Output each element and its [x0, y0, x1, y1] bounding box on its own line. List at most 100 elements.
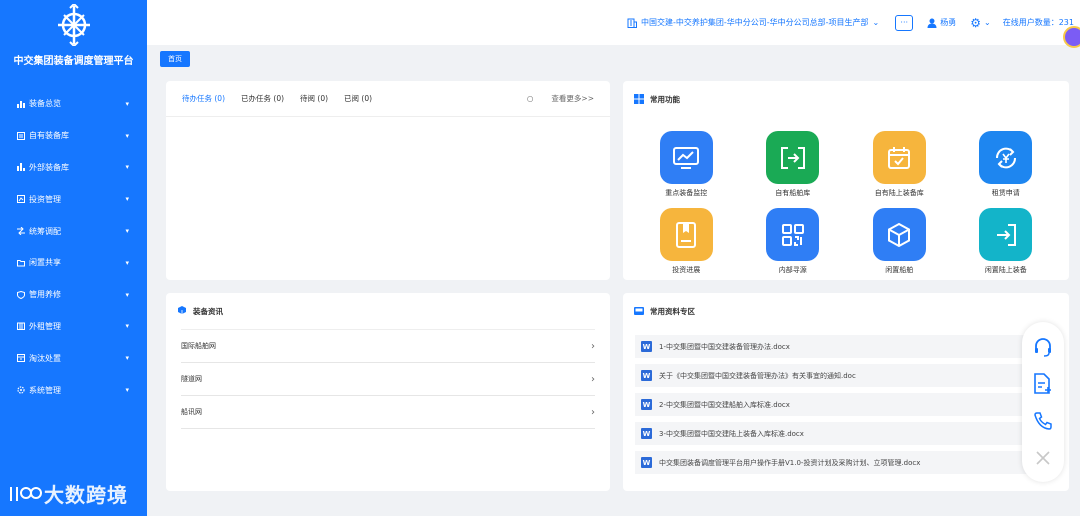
func-label: 自有船舶库 — [775, 189, 811, 197]
view-more-link[interactable]: 查看更多>> — [551, 93, 594, 104]
tab-read[interactable]: 已阅 (0) — [344, 93, 372, 104]
tab-home[interactable]: 首页 — [160, 51, 190, 67]
doc-item[interactable]: W2-中交集团暨中国交建船舶入库标准.docx◉ — [635, 393, 1057, 416]
func-label: 闲置船舶 — [885, 266, 914, 274]
user-name: 杨勇 — [940, 18, 957, 27]
doc-item[interactable]: W 中交集团装备调度管理平台用户操作手册V1.0-投资计划及采购计划、立项管理.d… — [635, 451, 1057, 474]
watermark-text: 大数跨境 — [44, 483, 128, 507]
func-own-land-equipment[interactable]: 自有陆上装备库 — [846, 131, 953, 198]
docs-title: 常用资料专区 — [650, 306, 695, 316]
message-icon[interactable]: ··· — [895, 14, 914, 31]
func-own-ships[interactable]: 自有船舶库 — [740, 131, 847, 198]
functions-header: 常用功能 — [623, 81, 1069, 117]
chevron-down-icon: ▾ — [125, 354, 129, 363]
func-label: 自有陆上装备库 — [874, 189, 924, 197]
docs-header: 常用资料专区 — [623, 293, 1069, 329]
sidebar-item-disposal[interactable]: 淘汰处置 ▾ — [0, 342, 147, 374]
word-file-icon: W — [641, 370, 652, 381]
sidebar-item-label: 装备总览 — [29, 99, 61, 109]
logo-icon — [57, 4, 90, 46]
docs-panel: 常用资料专区 W1-中交集团暨中国交建装备管理办法.docx◉ W关于《中交集团… — [623, 293, 1069, 491]
news-item-shipxy[interactable]: 船讯网 › — [181, 396, 595, 429]
qr-scan-icon — [766, 208, 820, 261]
sidebar-item-external-equipment[interactable]: 外部装备库 ▾ — [0, 152, 147, 184]
image-folder-icon — [634, 307, 644, 315]
yuan-cycle-icon — [979, 131, 1033, 184]
watermark: 大数跨境 — [8, 479, 128, 508]
app-title: 中交集团装备调度管理平台 — [13, 56, 134, 67]
sidebar-item-label: 统筹调配 — [29, 226, 61, 236]
org-selector[interactable]: 中国交建-中交养护集团-华中分公司-华中分公司总部-项目生产部 ⌄ — [627, 17, 879, 28]
word-file-icon: W — [641, 399, 652, 410]
bar-chart-icon — [17, 100, 25, 108]
func-lease-application[interactable]: 租赁申请 — [953, 131, 1060, 198]
sidebar-item-idle-share[interactable]: 闲置共享 ▾ — [0, 247, 147, 279]
news-header: 装备资讯 — [166, 293, 610, 329]
func-investment-progress[interactable]: 投资进展 — [633, 208, 740, 275]
doc-item[interactable]: W3-中交集团暨中国交建陆上装备入库标准.docx◉ — [635, 422, 1057, 445]
doc-name: 1-中交集团暨中国交建装备管理办法.docx — [659, 342, 790, 351]
sidebar-item-own-equipment[interactable]: 自有装备库 ▾ — [0, 120, 147, 152]
gear-icon: ⚙ — [970, 15, 982, 30]
tab-to-read[interactable]: 待阅 (0) — [300, 93, 328, 104]
func-idle-ships[interactable]: 闲置船舶 — [846, 208, 953, 275]
sidebar-item-system[interactable]: 系统管理 ▾ — [0, 374, 147, 406]
folder-icon — [17, 259, 25, 267]
sidebar-item-label: 闲置共享 — [29, 258, 61, 268]
news-item-tunnel-net[interactable]: 隧道网 › — [181, 363, 595, 396]
chevron-right-icon: › — [591, 406, 595, 418]
tab-done[interactable]: 已办任务 (0) — [241, 93, 284, 104]
functions-panel: 常用功能 重点装备监控 自有船舶库 自有陆上装备库 租赁申请 投资进展 内部寻源… — [623, 81, 1069, 280]
refresh-icon[interactable]: ○ — [527, 94, 534, 103]
top-bar: 中国交建-中交养护集团-华中分公司-华中分公司总部-项目生产部 ⌄ ··· 杨勇… — [147, 0, 1080, 45]
func-idle-land-equipment[interactable]: 闲置陆上装备 — [953, 208, 1060, 275]
func-label: 投资进展 — [672, 266, 701, 274]
sidebar: 中交集团装备调度管理平台 装备总览 ▾ 自有装备库 ▾ 外部装备库 ▾ 投资管理 ▾ 统… — [0, 0, 147, 516]
chevron-down-icon: ▾ — [125, 290, 129, 299]
func-label: 内部寻源 — [778, 266, 807, 274]
floating-service-bar — [1022, 322, 1064, 482]
chevron-right-icon: › — [591, 373, 595, 385]
chevron-right-icon: › — [591, 340, 595, 352]
sidebar-item-maintenance[interactable]: 管用养修 ▾ — [0, 279, 147, 311]
org-path: 中国交建-中交养护集团-华中分公司-华中分公司总部-项目生产部 — [641, 18, 869, 27]
settings-menu[interactable]: ⚙ ⌄ — [970, 16, 990, 30]
functions-grid: 重点装备监控 自有船舶库 自有陆上装备库 租赁申请 投资进展 内部寻源 闲置船舶… — [623, 117, 1069, 275]
news-label: 国际船舶网 — [181, 342, 216, 350]
chevron-down-icon: ▾ — [125, 99, 129, 108]
document-icon — [659, 208, 713, 261]
sidebar-item-dispatch[interactable]: 统筹调配 ▾ — [0, 215, 147, 247]
news-list: 国际船舶网 › 隧道网 › 船讯网 › — [181, 329, 595, 429]
word-file-icon: W — [641, 428, 652, 439]
sidebar-item-label: 自有装备库 — [29, 131, 69, 141]
sidebar-item-investment[interactable]: 投资管理 ▾ — [0, 183, 147, 215]
grid-icon — [634, 94, 644, 104]
user-menu[interactable]: 杨勇 — [927, 17, 956, 28]
shuffle-icon — [17, 227, 25, 236]
doc-name: 2-中交集团暨中国交建船舶入库标准.docx — [659, 400, 790, 409]
sidebar-item-label: 投资管理 — [29, 194, 61, 204]
gear-icon — [17, 386, 25, 394]
news-item-ship-net[interactable]: 国际船舶网 › — [181, 330, 595, 363]
logo-area: 中交集团装备调度管理平台 — [0, 0, 147, 80]
online-users-count: 在线用户数量：231 — [1002, 18, 1074, 27]
news-label: 船讯网 — [181, 408, 202, 416]
sidebar-item-label: 系统管理 — [29, 385, 61, 395]
sidebar-item-lease[interactable]: 外租管理 ▾ — [0, 311, 147, 343]
sidebar-item-equipment-overview[interactable]: 装备总览 ▾ — [0, 88, 147, 120]
func-label: 重点装备监控 — [665, 189, 708, 197]
func-key-equipment-monitor[interactable]: 重点装备监控 — [633, 131, 740, 198]
doc-item[interactable]: W关于《中交集团暨中国交建装备管理办法》有关事宜的通知.doc◉ — [635, 364, 1057, 387]
tab-todo[interactable]: 待办任务 (0) — [182, 93, 225, 104]
word-file-icon: W — [641, 341, 652, 352]
doc-item[interactable]: W1-中交集团暨中国交建装备管理办法.docx◉ — [635, 335, 1057, 358]
archive-icon — [17, 354, 25, 363]
sidebar-item-label: 外租管理 — [29, 321, 61, 331]
close-icon[interactable] — [1032, 447, 1054, 469]
phone-icon[interactable] — [1032, 410, 1054, 432]
func-internal-sourcing[interactable]: 内部寻源 — [740, 208, 847, 275]
sidebar-item-label: 管用养修 — [29, 290, 61, 300]
add-document-icon[interactable] — [1032, 373, 1054, 395]
transfer-icon — [766, 131, 820, 184]
headset-icon[interactable] — [1032, 336, 1054, 358]
